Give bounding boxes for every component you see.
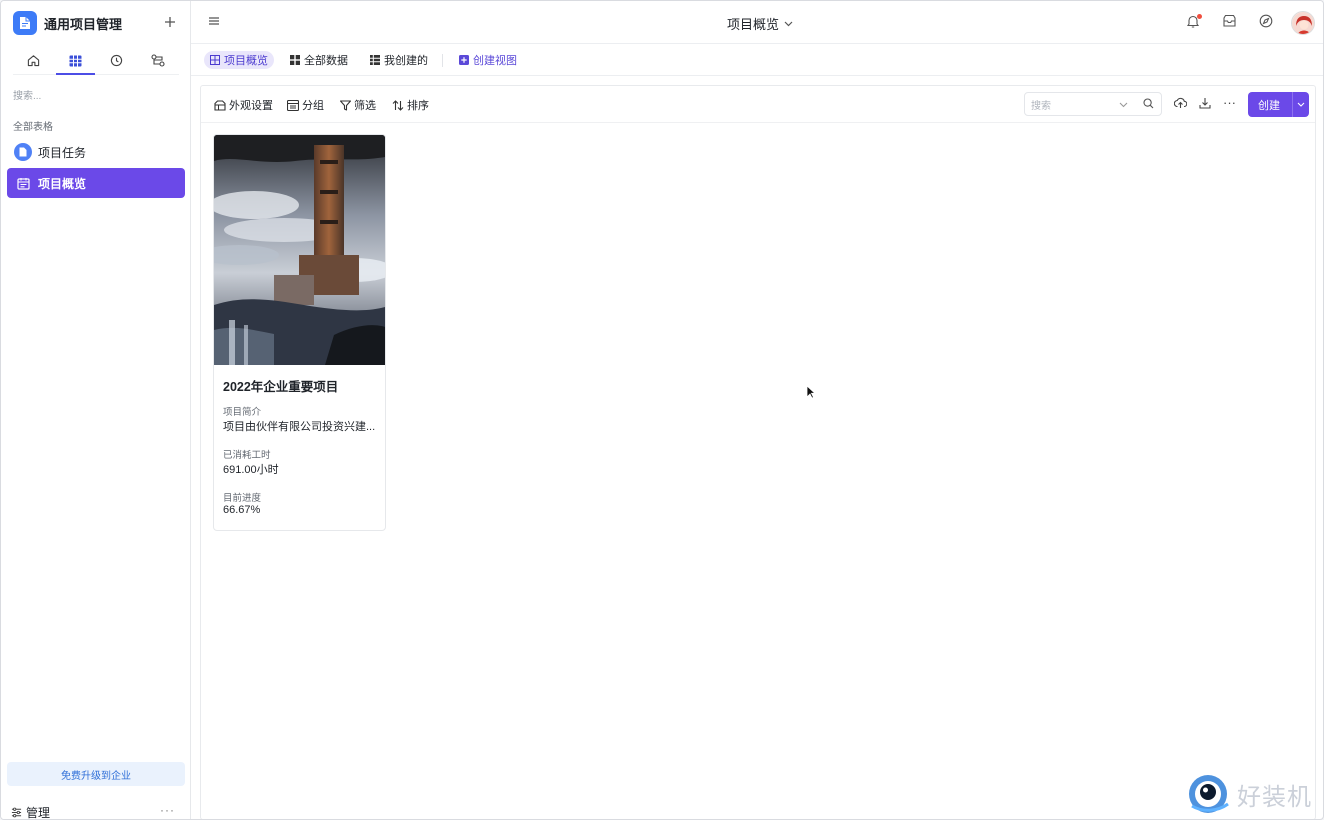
mouse-cursor-icon [806, 385, 816, 399]
sidebar-header: 通用项目管理 [13, 10, 181, 36]
sidebar: 通用项目管理 搜索... 全部表格 项目任务 项目概览 免费升级到企业 管理 ·… [1, 1, 191, 820]
list-icon [370, 55, 380, 65]
sidebar-item-label: 项目概览 [38, 176, 87, 191]
add-icon[interactable] [161, 13, 179, 31]
chevron-down-icon[interactable] [1119, 102, 1128, 108]
create-label: 创建 [1258, 99, 1280, 112]
chevron-down-icon [784, 21, 793, 26]
app-title: 通用项目管理 [44, 16, 123, 32]
sort-icon [392, 99, 404, 111]
create-view-button[interactable]: 创建视图 [453, 51, 523, 69]
tab-label: 项目概览 [224, 55, 268, 67]
tab-home[interactable] [13, 47, 55, 74]
tab-recent[interactable] [96, 47, 138, 74]
app-window: 通用项目管理 搜索... 全部表格 项目任务 项目概览 免费升级到企业 管理 ·… [0, 0, 1324, 820]
inbox-icon[interactable] [1222, 14, 1238, 30]
tab-label: 全部数据 [304, 55, 348, 67]
field-value: 项目由伙伴有限公司投资兴建... [223, 421, 376, 433]
gallery-panel: 外观设置 分组 筛选 排序 搜索 ··· 创建 2022年企业重要项目 项目简介… [200, 85, 1316, 819]
more-icon[interactable]: ··· [1223, 95, 1236, 110]
field-value: 66.67% [223, 504, 261, 516]
table-icon [69, 55, 82, 66]
group-button[interactable]: 分组 [287, 97, 324, 113]
more-icon[interactable]: ··· [160, 803, 175, 817]
plus-square-icon [459, 55, 469, 65]
tab-tables[interactable] [55, 47, 97, 75]
clock-icon [111, 54, 123, 67]
menu-icon[interactable] [207, 14, 223, 30]
manage-button[interactable]: 管理 ··· [11, 803, 181, 820]
sidebar-item-project-overview[interactable]: 项目概览 [7, 168, 185, 198]
page-title-dropdown[interactable]: 项目概览 [727, 14, 793, 33]
sidebar-tabs [13, 47, 179, 75]
tool-label: 筛选 [354, 100, 376, 112]
group-icon [287, 99, 299, 111]
create-button[interactable]: 创建 [1248, 92, 1309, 117]
filter-button[interactable]: 筛选 [340, 97, 376, 113]
sidebar-item-project-tasks[interactable]: 项目任务 [7, 137, 185, 167]
view-tabs-bar: 项目概览 全部数据 我创建的 创建视图 [191, 44, 1323, 76]
notification-bell-icon[interactable] [1186, 14, 1202, 30]
appearance-icon [214, 99, 226, 111]
manage-label: 管理 [26, 805, 51, 820]
workflow-icon [151, 54, 165, 67]
tool-label: 外观设置 [229, 100, 273, 112]
upgrade-button[interactable]: 免费升级到企业 [7, 762, 185, 786]
filter-icon [340, 99, 351, 111]
sidebar-item-label: 项目任务 [38, 145, 87, 160]
field-value: 691.00小时 [223, 464, 279, 476]
top-bar: 项目概览 [191, 1, 1323, 44]
card-title: 2022年企业重要项目 [223, 380, 339, 394]
search-placeholder: 搜索 [1031, 100, 1051, 112]
tab-label: 创建视图 [473, 55, 517, 67]
grid-icon [210, 55, 220, 65]
tab-all-data[interactable]: 全部数据 [284, 51, 354, 69]
tab-label: 我创建的 [384, 55, 428, 67]
appearance-settings-button[interactable]: 外观设置 [214, 97, 273, 113]
field-label: 项目简介 [223, 407, 262, 418]
tool-label: 排序 [407, 100, 429, 112]
view-toolbar: 外观设置 分组 筛选 排序 搜索 ··· 创建 [201, 86, 1315, 123]
search-icon[interactable] [1143, 98, 1154, 109]
watermark: 好装机 [1187, 771, 1319, 817]
notification-dot [1197, 14, 1202, 19]
document-icon [14, 143, 32, 161]
watermark-logo-icon [1189, 775, 1229, 813]
tool-label: 分组 [302, 100, 324, 112]
create-dropdown-icon[interactable] [1292, 92, 1309, 117]
section-label: 全部表格 [13, 122, 53, 133]
app-logo-icon [13, 11, 37, 35]
card-cover-image [214, 135, 385, 365]
home-icon [28, 55, 40, 67]
search-input[interactable]: 搜索 [1024, 92, 1162, 116]
upload-icon[interactable] [1174, 97, 1187, 109]
watermark-text: 好装机 [1237, 782, 1312, 811]
grid-icon [290, 55, 300, 65]
sort-button[interactable]: 排序 [392, 97, 429, 113]
compass-icon[interactable] [1259, 14, 1275, 30]
calendar-icon [14, 174, 32, 192]
tab-divider [442, 54, 443, 67]
download-icon[interactable] [1199, 97, 1211, 109]
tab-project-overview[interactable]: 项目概览 [204, 51, 274, 69]
tab-created-by-me[interactable]: 我创建的 [364, 51, 434, 69]
field-label: 已消耗工时 [223, 450, 271, 461]
sidebar-search-input[interactable]: 搜索... [13, 87, 41, 102]
field-label: 目前进度 [223, 493, 262, 504]
settings-sliders-icon [11, 807, 22, 817]
page-title: 项目概览 [727, 17, 780, 32]
tab-workflow[interactable] [138, 47, 180, 74]
user-avatar[interactable] [1291, 11, 1315, 35]
gallery-card[interactable]: 2022年企业重要项目 项目简介 项目由伙伴有限公司投资兴建... 已消耗工时 … [213, 134, 386, 531]
